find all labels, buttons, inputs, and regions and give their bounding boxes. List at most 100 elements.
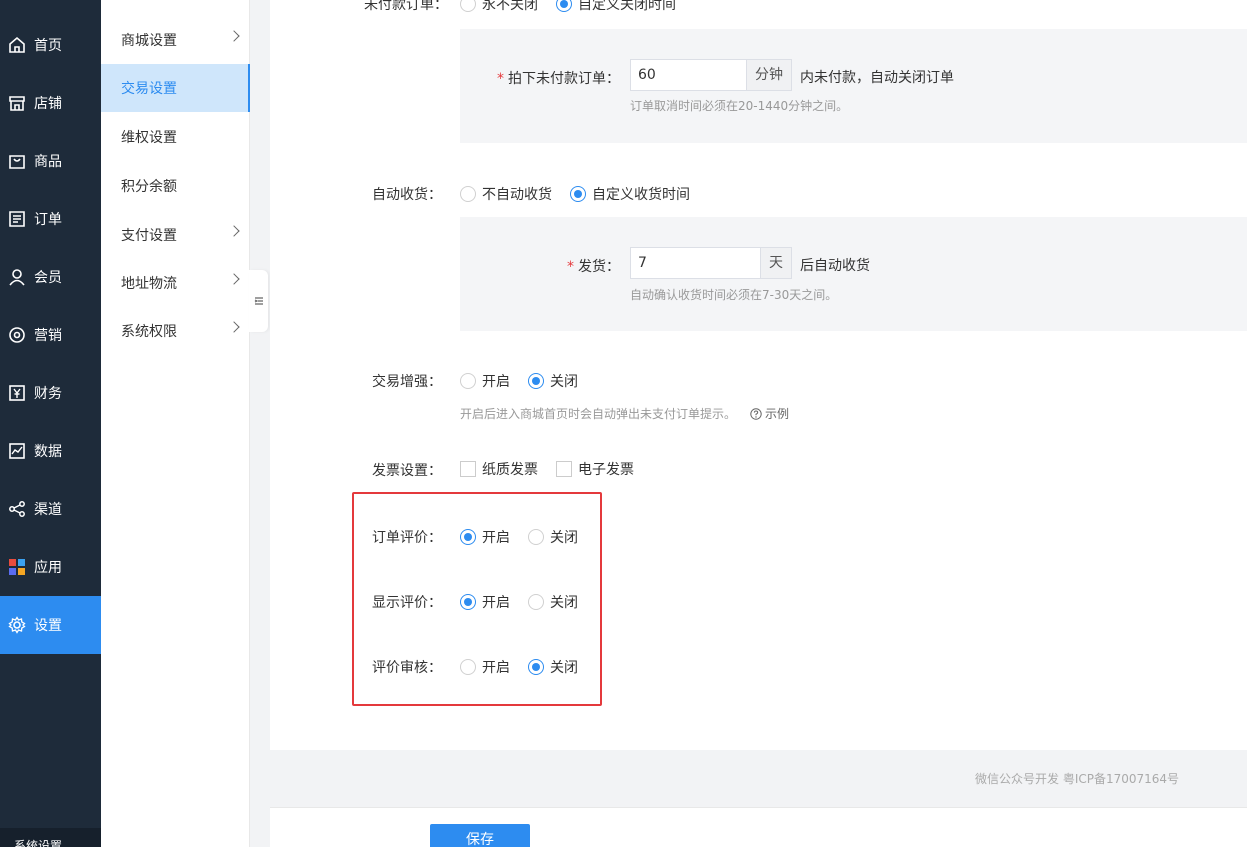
sidebar-item-label: 应用 — [34, 560, 62, 576]
order-review-label: 订单评价： — [372, 530, 442, 546]
submenu-item-payment[interactable]: 支付设置 — [101, 211, 250, 259]
sidebar-item-orders[interactable]: 订单 — [0, 190, 101, 248]
auto-receive-label: 自动收货： — [372, 187, 442, 203]
receive-hint: 自动确认收货时间必须在7-30天之间。 — [630, 288, 838, 302]
unpaid-sub-label: * 拍下未付款订单： — [497, 68, 620, 88]
trade-enhance-hint: 开启后进入商城首页时会自动弹出未支付订单提示。 — [460, 407, 737, 421]
sidebar-item-label: 数据 — [34, 444, 62, 460]
bag-icon — [9, 155, 25, 169]
trade-enhance-label: 交易增强： — [372, 374, 442, 390]
apps-icon — [9, 559, 25, 575]
sidebar-item-label: 会员 — [34, 270, 62, 286]
submenu-item-points[interactable]: 积分余额 — [101, 162, 250, 210]
collapse-icon — [254, 297, 263, 305]
submenu-item-rights[interactable]: 维权设置 — [101, 113, 250, 161]
trade-enhance-off-radio[interactable]: 关闭 — [528, 371, 578, 391]
unpaid-custom-radio[interactable]: 自定义关闭时间 — [556, 0, 676, 14]
radio-label: 自定义收货时间 — [592, 187, 690, 203]
auto-receive-custom-radio[interactable]: 自定义收货时间 — [570, 184, 690, 204]
submenu-item-label: 商城设置 — [121, 33, 177, 49]
review-audit-label: 评价审核： — [372, 660, 442, 676]
question-icon — [750, 407, 762, 420]
collapse-submenu-button[interactable] — [249, 270, 268, 332]
unpaid-minutes-input-group: 60 分钟 — [630, 59, 792, 91]
sidebar-item-label: 首页 — [34, 38, 62, 54]
unpaid-minutes-input[interactable]: 60 — [630, 59, 746, 91]
order-review-off-radio[interactable]: 关闭 — [528, 527, 578, 547]
required-mark: * — [497, 71, 504, 87]
example-link[interactable]: 示例 — [750, 405, 789, 422]
paper-invoice-checkbox[interactable]: 纸质发票 — [460, 459, 538, 479]
unpaid-never-radio[interactable]: 永不关闭 — [460, 0, 538, 14]
radio-dot — [528, 659, 544, 675]
radio-dot — [528, 594, 544, 610]
chart-icon — [9, 443, 25, 459]
radio-label: 关闭 — [550, 530, 578, 546]
order-review-on-radio[interactable]: 开启 — [460, 527, 510, 547]
sidebar-item-apps[interactable]: 应用 — [0, 538, 101, 596]
radio-label: 自定义关闭时间 — [578, 0, 676, 13]
receive-days-unit: 天 — [760, 247, 792, 279]
share-icon — [9, 501, 25, 517]
yen-icon — [9, 385, 25, 401]
radio-label: 开启 — [482, 374, 510, 390]
show-review-off-radio[interactable]: 关闭 — [528, 592, 578, 612]
review-audit-on-radio[interactable]: 开启 — [460, 657, 510, 677]
submenu-item-label: 维权设置 — [121, 130, 177, 146]
order-icon — [9, 211, 25, 227]
sidebar-item-store[interactable]: 店铺 — [0, 74, 101, 132]
sidebar-item-settings[interactable]: 设置 — [0, 596, 101, 654]
auto-receive-off-radio[interactable]: 不自动收货 — [460, 184, 552, 204]
submenu-item-trade[interactable]: 交易设置 — [101, 64, 250, 112]
show-review-label: 显示评价： — [372, 595, 442, 611]
sidebar-item-label: 商品 — [34, 154, 62, 170]
checkbox-label: 纸质发票 — [482, 462, 538, 478]
sidebar-item-home[interactable]: 首页 — [0, 16, 101, 74]
show-review-on-radio[interactable]: 开启 — [460, 592, 510, 612]
sidebar-item-label: 渠道 — [34, 502, 62, 518]
sidebar-item-label: 店铺 — [34, 96, 62, 112]
e-invoice-checkbox[interactable]: 电子发票 — [556, 459, 634, 479]
unpaid-minutes-unit: 分钟 — [746, 59, 792, 91]
submenu-item-label: 系统权限 — [121, 324, 177, 340]
radio-label: 开启 — [482, 660, 510, 676]
unpaid-order-label: 未付款订单： — [364, 0, 448, 13]
submenu-item-logistics[interactable]: 地址物流 — [101, 259, 250, 307]
radio-dot — [556, 0, 572, 12]
submenu-item-label: 支付设置 — [121, 228, 177, 244]
submenu-item-label: 积分余额 — [121, 179, 177, 195]
ship-sub-label: * 发货： — [567, 256, 620, 276]
checkbox-box — [556, 461, 572, 477]
review-audit-off-radio[interactable]: 关闭 — [528, 657, 578, 677]
save-button[interactable]: 保存 — [430, 824, 530, 847]
radio-label: 永不关闭 — [482, 0, 538, 13]
radio-dot — [460, 529, 476, 545]
sidebar-item-label: 设置 — [34, 618, 62, 634]
footer-text: 微信公众号开发 粤ICP备17007164号 — [975, 772, 1180, 786]
sidebar-item-channels[interactable]: 渠道 — [0, 480, 101, 538]
receive-days-input[interactable]: 7 — [630, 247, 760, 279]
radio-dot — [460, 0, 476, 12]
system-settings-label[interactable]: 系统设置 — [0, 828, 101, 847]
radio-dot — [460, 373, 476, 389]
chevron-right-icon — [228, 273, 240, 285]
sidebar-item-label: 营销 — [34, 328, 62, 344]
example-label: 示例 — [765, 407, 790, 421]
checkbox-label: 电子发票 — [578, 462, 634, 478]
submenu-item-mall[interactable]: 商城设置 — [101, 16, 250, 64]
sidebar-item-data[interactable]: 数据 — [0, 422, 101, 480]
trade-enhance-on-radio[interactable]: 开启 — [460, 371, 510, 391]
radio-dot — [570, 186, 586, 202]
sidebar-item-label: 财务 — [34, 386, 62, 402]
radio-label: 关闭 — [550, 374, 578, 390]
sidebar-item-finance[interactable]: 财务 — [0, 364, 101, 422]
home-icon — [9, 36, 25, 53]
unpaid-suffix: 内未付款，自动关闭订单 — [800, 70, 954, 86]
submenu-item-label: 交易设置 — [121, 81, 177, 97]
sidebar-item-marketing[interactable]: 营销 — [0, 306, 101, 364]
submenu-item-permissions[interactable]: 系统权限 — [101, 307, 250, 355]
sidebar-item-members[interactable]: 会员 — [0, 248, 101, 306]
settings-submenu: 商城设置 交易设置 维权设置 积分余额 支付设置 地址物流 系统权限 — [101, 0, 250, 847]
sidebar-item-goods[interactable]: 商品 — [0, 132, 101, 190]
store-icon — [9, 96, 25, 111]
